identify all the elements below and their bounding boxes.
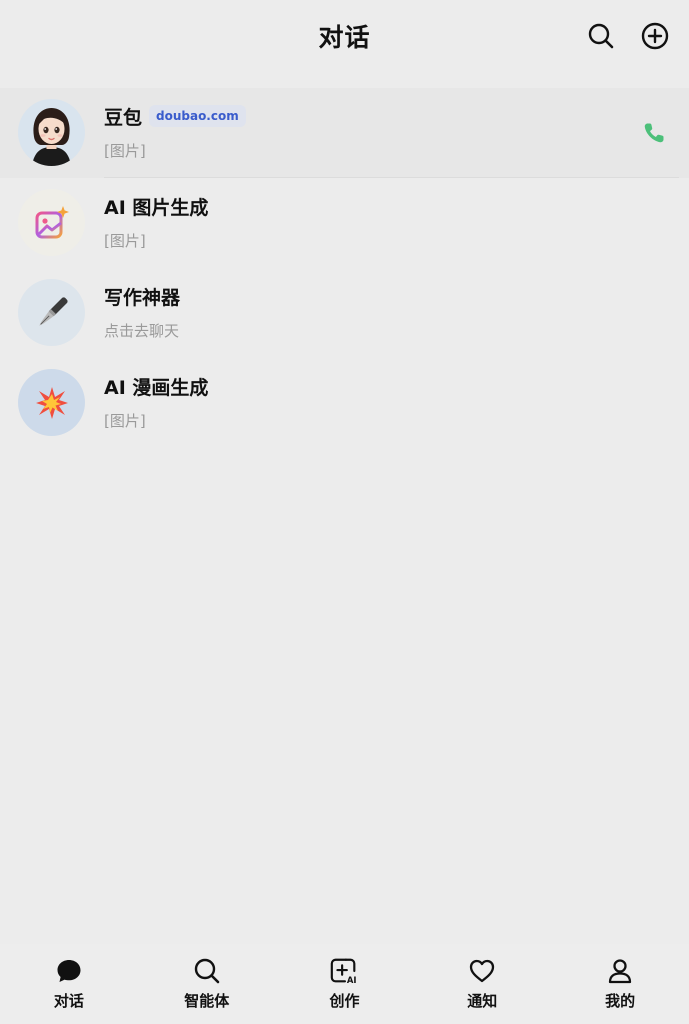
- nav-label: 通知: [467, 992, 498, 1010]
- chat-list: 豆包 doubao.com [图片] AI 图片生成 [图片] 写作神器 点击去…: [0, 88, 689, 448]
- nav-create[interactable]: AI 创作: [276, 944, 414, 1024]
- heart-icon: [470, 959, 495, 983]
- explosion-icon: [35, 386, 68, 419]
- chat-item-writing[interactable]: 写作神器 点击去聊天: [0, 268, 689, 358]
- nav-label: 对话: [53, 992, 84, 1010]
- new-chat-button[interactable]: [639, 20, 671, 52]
- nav-label: 我的: [605, 992, 636, 1010]
- chat-preview: [图片]: [104, 232, 146, 250]
- girl-avatar-icon: [32, 108, 71, 166]
- nav-notifications[interactable]: 通知: [413, 944, 551, 1024]
- bottom-nav: 对话 智能体 AI 创作 通知 我的: [0, 944, 689, 1024]
- chat-name: 豆包: [104, 107, 143, 129]
- chat-bubble-icon: [57, 960, 81, 982]
- chat-preview: [图片]: [104, 142, 146, 160]
- avatar: [18, 99, 85, 166]
- search-icon: [194, 958, 219, 984]
- chat-name: 写作神器: [104, 287, 181, 309]
- user-icon: [608, 959, 632, 984]
- avatar: [18, 189, 85, 256]
- chat-item-doubao[interactable]: 豆包 doubao.com [图片]: [0, 88, 689, 178]
- chat-name: AI 图片生成: [104, 197, 209, 219]
- app: 对话 豆包 doubao.com [图片] AI 图片生成 [图片] 写作神器 …: [0, 0, 689, 1024]
- nav-agents[interactable]: 智能体: [138, 944, 276, 1024]
- nav-label: 智能体: [184, 992, 230, 1010]
- chat-item-ai-image[interactable]: AI 图片生成 [图片]: [0, 178, 689, 268]
- phone-icon: [644, 123, 664, 143]
- website-badge: doubao.com: [149, 105, 246, 127]
- svg-text:AI: AI: [347, 975, 357, 985]
- chat-preview: [图片]: [104, 412, 146, 430]
- fountain-pen-icon: [38, 296, 68, 326]
- create-ai-icon: AI: [331, 958, 357, 985]
- chat-name: AI 漫画生成: [104, 377, 209, 399]
- chat-item-ai-comic[interactable]: AI 漫画生成 [图片]: [0, 358, 689, 448]
- add-circle-icon: [641, 22, 669, 50]
- chat-preview: 点击去聊天: [104, 322, 180, 340]
- avatar: [18, 369, 85, 436]
- header: 对话: [0, 0, 689, 76]
- search-icon: [588, 23, 614, 49]
- nav-profile[interactable]: 我的: [551, 944, 689, 1024]
- image-sparkle-icon: [35, 205, 69, 238]
- voice-call-button[interactable]: [641, 120, 667, 146]
- nav-chat[interactable]: 对话: [0, 944, 138, 1024]
- nav-label: 创作: [329, 992, 360, 1010]
- search-button[interactable]: [585, 20, 617, 52]
- avatar: [18, 279, 85, 346]
